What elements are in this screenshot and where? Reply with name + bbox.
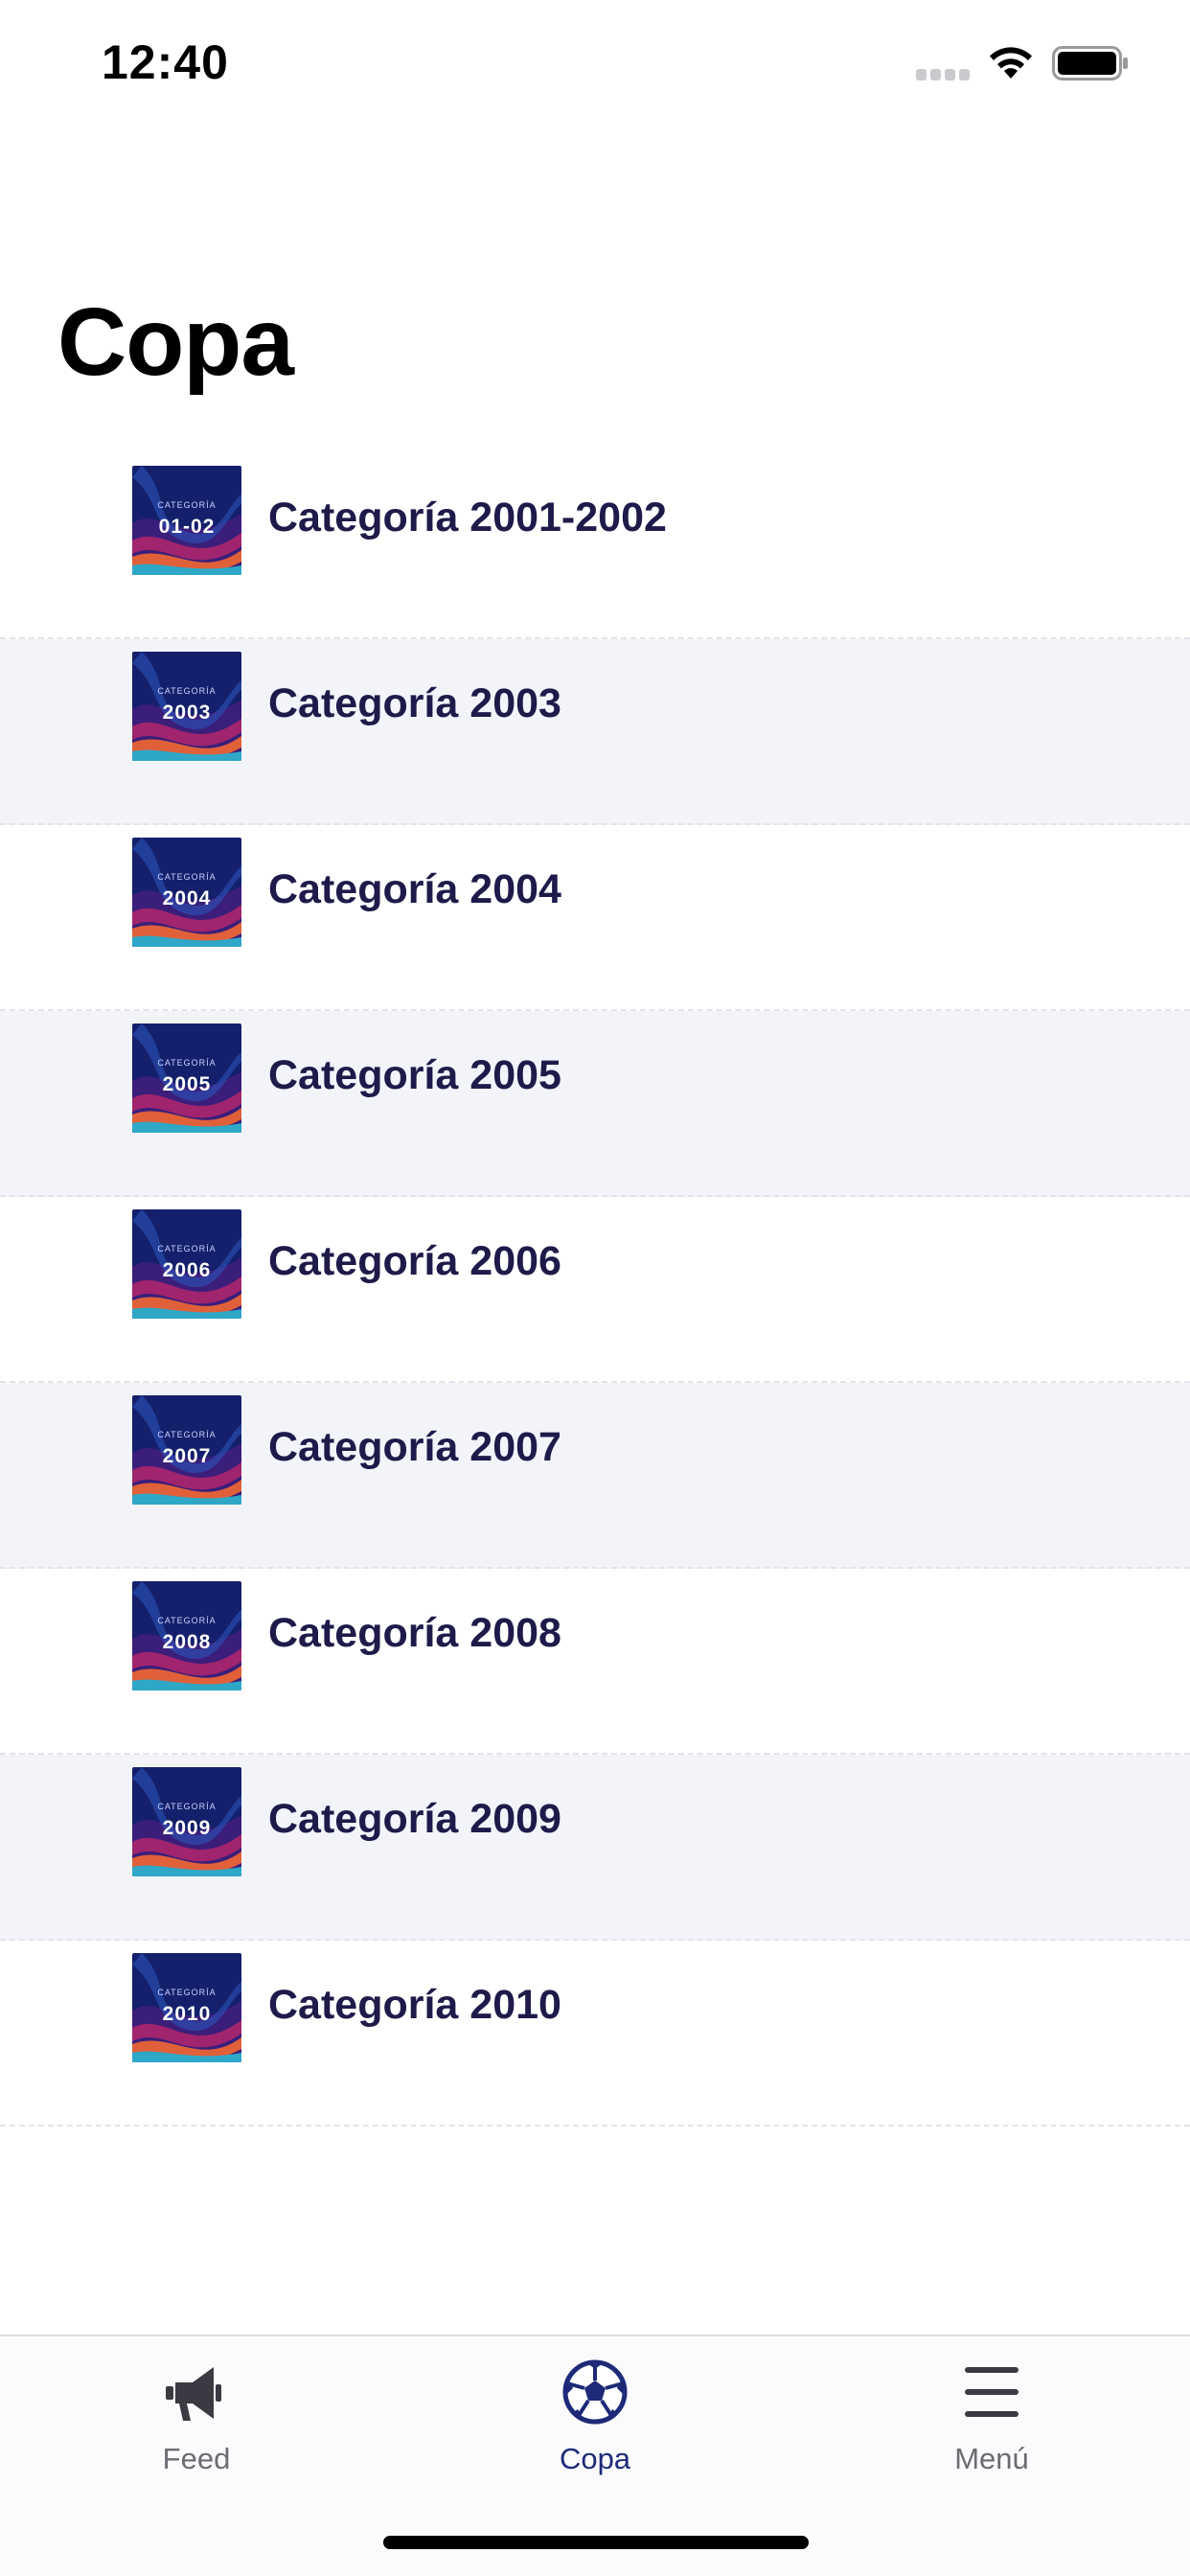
thumbnail-caption: CATEGORÍA xyxy=(157,500,217,510)
wifi-icon xyxy=(990,47,1032,79)
category-thumbnail: CATEGORÍA 2005 xyxy=(132,1024,241,1133)
tab-label: Copa xyxy=(559,2442,631,2475)
category-list-item[interactable]: CATEGORÍA 2003 Categoría 2003 xyxy=(0,639,1190,825)
megaphone-icon xyxy=(166,2367,221,2421)
category-thumbnail: CATEGORÍA 01-02 xyxy=(132,466,241,575)
tab-menu[interactable]: Menú xyxy=(848,2336,1135,2528)
battery-icon xyxy=(1052,46,1128,80)
thumbnail-caption: CATEGORÍA xyxy=(157,872,217,882)
category-label: Categoría 2001-2002 xyxy=(268,494,667,540)
thumbnail-year: 2010 xyxy=(162,2003,212,2025)
category-list-item[interactable]: CATEGORÍA 2008 Categoría 2008 xyxy=(0,1569,1190,1755)
category-label: Categoría 2008 xyxy=(268,1610,561,1656)
category-list-item[interactable]: CATEGORÍA 01-02 Categoría 2001-2002 xyxy=(0,453,1190,639)
category-list: CATEGORÍA 01-02 Categoría 2001-2002 CATE… xyxy=(0,453,1190,2127)
cellular-signal-icon xyxy=(916,69,972,80)
thumbnail-year: 2003 xyxy=(162,702,212,724)
category-thumbnail: CATEGORÍA 2007 xyxy=(132,1395,241,1505)
thumbnail-caption: CATEGORÍA xyxy=(157,1058,217,1068)
category-label: Categoría 2007 xyxy=(268,1424,561,1470)
category-label: Categoría 2004 xyxy=(268,866,561,912)
thumbnail-year: 2008 xyxy=(162,1631,212,1653)
category-thumbnail: CATEGORÍA 2003 xyxy=(132,652,241,761)
category-thumbnail: CATEGORÍA 2004 xyxy=(132,838,241,947)
category-thumbnail: CATEGORÍA 2009 xyxy=(132,1767,241,1876)
thumbnail-caption: CATEGORÍA xyxy=(157,1244,217,1254)
hamburger-menu-icon xyxy=(965,2367,1018,2417)
thumbnail-year: 01-02 xyxy=(158,516,216,538)
tab-label: Menú xyxy=(954,2442,1029,2475)
category-list-item[interactable]: CATEGORÍA 2009 Categoría 2009 xyxy=(0,1755,1190,1941)
category-thumbnail: CATEGORÍA 2008 xyxy=(132,1581,241,1690)
category-label: Categoría 2005 xyxy=(268,1052,561,1098)
category-label: Categoría 2010 xyxy=(268,1982,561,2028)
category-list-item[interactable]: CATEGORÍA 2010 Categoría 2010 xyxy=(0,1941,1190,2127)
category-list-item[interactable]: CATEGORÍA 2005 Categoría 2005 xyxy=(0,1011,1190,1197)
category-thumbnail: CATEGORÍA 2010 xyxy=(132,1953,241,2062)
status-time: 12:40 xyxy=(102,35,229,89)
thumbnail-year: 2009 xyxy=(162,1817,212,1839)
page-title: Copa xyxy=(57,288,294,396)
tab-feed[interactable]: Feed xyxy=(53,2336,340,2528)
thumbnail-year: 2006 xyxy=(162,1259,212,1281)
home-indicator xyxy=(383,2536,809,2549)
soccer-ball-icon xyxy=(562,2359,628,2425)
thumbnail-caption: CATEGORÍA xyxy=(157,686,217,696)
thumbnail-year: 2007 xyxy=(162,1445,212,1467)
category-thumbnail: CATEGORÍA 2006 xyxy=(132,1209,241,1319)
tab-label: Feed xyxy=(162,2442,231,2475)
thumbnail-year: 2005 xyxy=(162,1073,212,1095)
thumbnail-caption: CATEGORÍA xyxy=(157,1802,217,1811)
thumbnail-caption: CATEGORÍA xyxy=(157,1430,217,1439)
category-label: Categoría 2006 xyxy=(268,1238,561,1284)
thumbnail-caption: CATEGORÍA xyxy=(157,1988,217,1997)
category-list-item[interactable]: CATEGORÍA 2004 Categoría 2004 xyxy=(0,825,1190,1011)
category-list-item[interactable]: CATEGORÍA 2007 Categoría 2007 xyxy=(0,1383,1190,1569)
status-bar: 12:40 xyxy=(0,0,1190,134)
category-label: Categoría 2009 xyxy=(268,1796,561,1842)
thumbnail-caption: CATEGORÍA xyxy=(157,1616,217,1625)
category-label: Categoría 2003 xyxy=(268,680,561,726)
thumbnail-year: 2004 xyxy=(162,887,212,909)
category-list-item[interactable]: CATEGORÍA 2006 Categoría 2006 xyxy=(0,1197,1190,1383)
tab-copa[interactable]: Copa xyxy=(451,2336,739,2528)
